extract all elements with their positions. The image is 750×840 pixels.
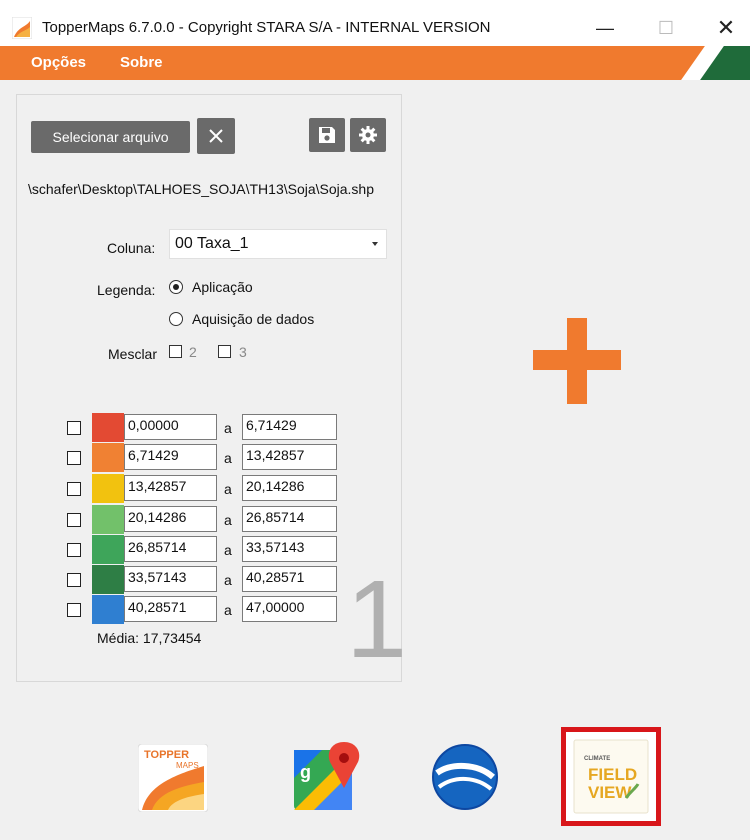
climate-text: CLIMATE (584, 756, 610, 762)
panel-number: 1 (346, 558, 408, 681)
plus-vertical (567, 318, 587, 404)
menu-opcoes[interactable]: Opções (31, 54, 86, 71)
range-row: 0,00000 a 6,71429 (0, 413, 400, 442)
radio-aplicacao[interactable] (169, 280, 183, 294)
toppermaps-app-icon (12, 17, 32, 39)
range-to-field[interactable]: 40,28571 (242, 566, 337, 592)
color-swatch[interactable] (92, 595, 124, 624)
climate-fieldview-icon[interactable]: CLIMATE FIELD VIEW (561, 727, 661, 826)
settings-button[interactable] (350, 118, 386, 152)
color-swatch[interactable] (92, 505, 124, 534)
color-swatch[interactable] (92, 413, 124, 442)
range-from-field[interactable]: 33,57143 (124, 566, 217, 592)
plus-icon[interactable] (533, 318, 621, 404)
range-row: 6,71429 a 13,42857 (0, 443, 400, 472)
fieldview-graphic: CLIMATE FIELD VIEW (573, 739, 649, 814)
range-to-field[interactable]: 33,57143 (242, 536, 337, 562)
color-swatch[interactable] (92, 535, 124, 564)
google-maps-graphic: g (294, 742, 360, 810)
range-checkbox[interactable] (67, 513, 81, 527)
range-separator: a (224, 572, 232, 588)
range-checkbox[interactable] (67, 451, 81, 465)
google-earth-graphic (432, 744, 498, 810)
range-checkbox[interactable] (67, 573, 81, 587)
radio-aquisicao[interactable] (169, 312, 183, 326)
color-swatch[interactable] (92, 474, 124, 503)
legenda-label: Legenda: (97, 282, 156, 298)
mesclar-3-checkbox[interactable] (218, 345, 231, 358)
menu-bar: Opções Sobre (0, 46, 750, 80)
chevron-down-icon (372, 242, 378, 246)
range-checkbox[interactable] (67, 421, 81, 435)
range-separator: a (224, 602, 232, 618)
close-button[interactable]: ✕ (703, 10, 749, 46)
range-to-field[interactable]: 20,14286 (242, 475, 337, 501)
range-from-field[interactable]: 6,71429 (124, 444, 217, 470)
range-to-field[interactable]: 26,85714 (242, 506, 337, 532)
save-icon (319, 127, 335, 143)
range-to-field[interactable]: 6,71429 (242, 414, 337, 440)
range-to-field[interactable]: 47,00000 (242, 596, 337, 622)
window-title: TopperMaps 6.7.0.0 - Copyright STARA S/A… (42, 19, 491, 36)
mesclar-2-checkbox[interactable] (169, 345, 182, 358)
google-earth-icon[interactable] (431, 743, 499, 811)
range-row: 40,28571 a 47,00000 (0, 595, 400, 624)
range-separator: a (224, 420, 232, 436)
range-from-field[interactable]: 0,00000 (124, 414, 217, 440)
range-separator: a (224, 450, 232, 466)
view-text: VIEW (588, 783, 632, 802)
radio-aplicacao-label[interactable]: Aplicação (192, 279, 253, 295)
range-from-field[interactable]: 13,42857 (124, 475, 217, 501)
google-maps-icon[interactable]: g (292, 742, 360, 812)
toppermaps-graphic: TOPPER MAPS (137, 743, 209, 813)
range-from-field[interactable]: 40,28571 (124, 596, 217, 622)
range-row: 26,85714 a 33,57143 (0, 535, 400, 564)
toppermaps-icon[interactable]: TOPPER MAPS (137, 743, 209, 813)
range-row: 13,42857 a 20,14286 (0, 474, 400, 503)
svg-text:g: g (300, 762, 311, 782)
range-from-field[interactable]: 20,14286 (124, 506, 217, 532)
range-separator: a (224, 542, 232, 558)
range-from-field[interactable]: 26,85714 (124, 536, 217, 562)
mesclar-label: Mesclar (108, 346, 158, 362)
maps-text: MAPS (176, 761, 199, 770)
mesclar-3-label: 3 (239, 344, 247, 360)
field-text: FIELD (588, 765, 637, 784)
range-to-field[interactable]: 13,42857 (242, 444, 337, 470)
title-bar: TopperMaps 6.7.0.0 - Copyright STARA S/A… (0, 0, 750, 46)
select-file-button[interactable]: Selecionar arquivo (31, 121, 190, 153)
mesclar-2-label: 2 (189, 344, 197, 360)
radio-aquisicao-label[interactable]: Aquisição de dados (192, 311, 314, 327)
coluna-dropdown[interactable]: 00 Taxa_1 (169, 229, 387, 259)
topper-text: TOPPER (144, 749, 189, 761)
clear-file-button[interactable] (197, 118, 235, 154)
media-label: Média: 17,73454 (97, 630, 202, 646)
range-separator: a (224, 512, 232, 528)
file-path: \schafer\Desktop\TALHOES_SOJA\TH13\Soja\… (28, 181, 375, 197)
range-checkbox[interactable] (67, 543, 81, 557)
maximize-button[interactable]: ☐ (643, 10, 689, 46)
close-icon (209, 129, 223, 143)
save-button[interactable] (309, 118, 345, 152)
coluna-value: 00 Taxa_1 (175, 235, 249, 252)
range-checkbox[interactable] (67, 482, 81, 496)
color-swatch[interactable] (92, 565, 124, 594)
color-swatch[interactable] (92, 443, 124, 472)
range-row: 20,14286 a 26,85714 (0, 505, 400, 534)
minimize-button[interactable]: — (582, 10, 628, 46)
coluna-label: Coluna: (107, 240, 156, 256)
range-checkbox[interactable] (67, 603, 81, 617)
range-row: 33,57143 a 40,28571 (0, 565, 400, 594)
gear-icon (359, 126, 377, 144)
range-separator: a (224, 481, 232, 497)
menu-sobre[interactable]: Sobre (120, 54, 163, 71)
